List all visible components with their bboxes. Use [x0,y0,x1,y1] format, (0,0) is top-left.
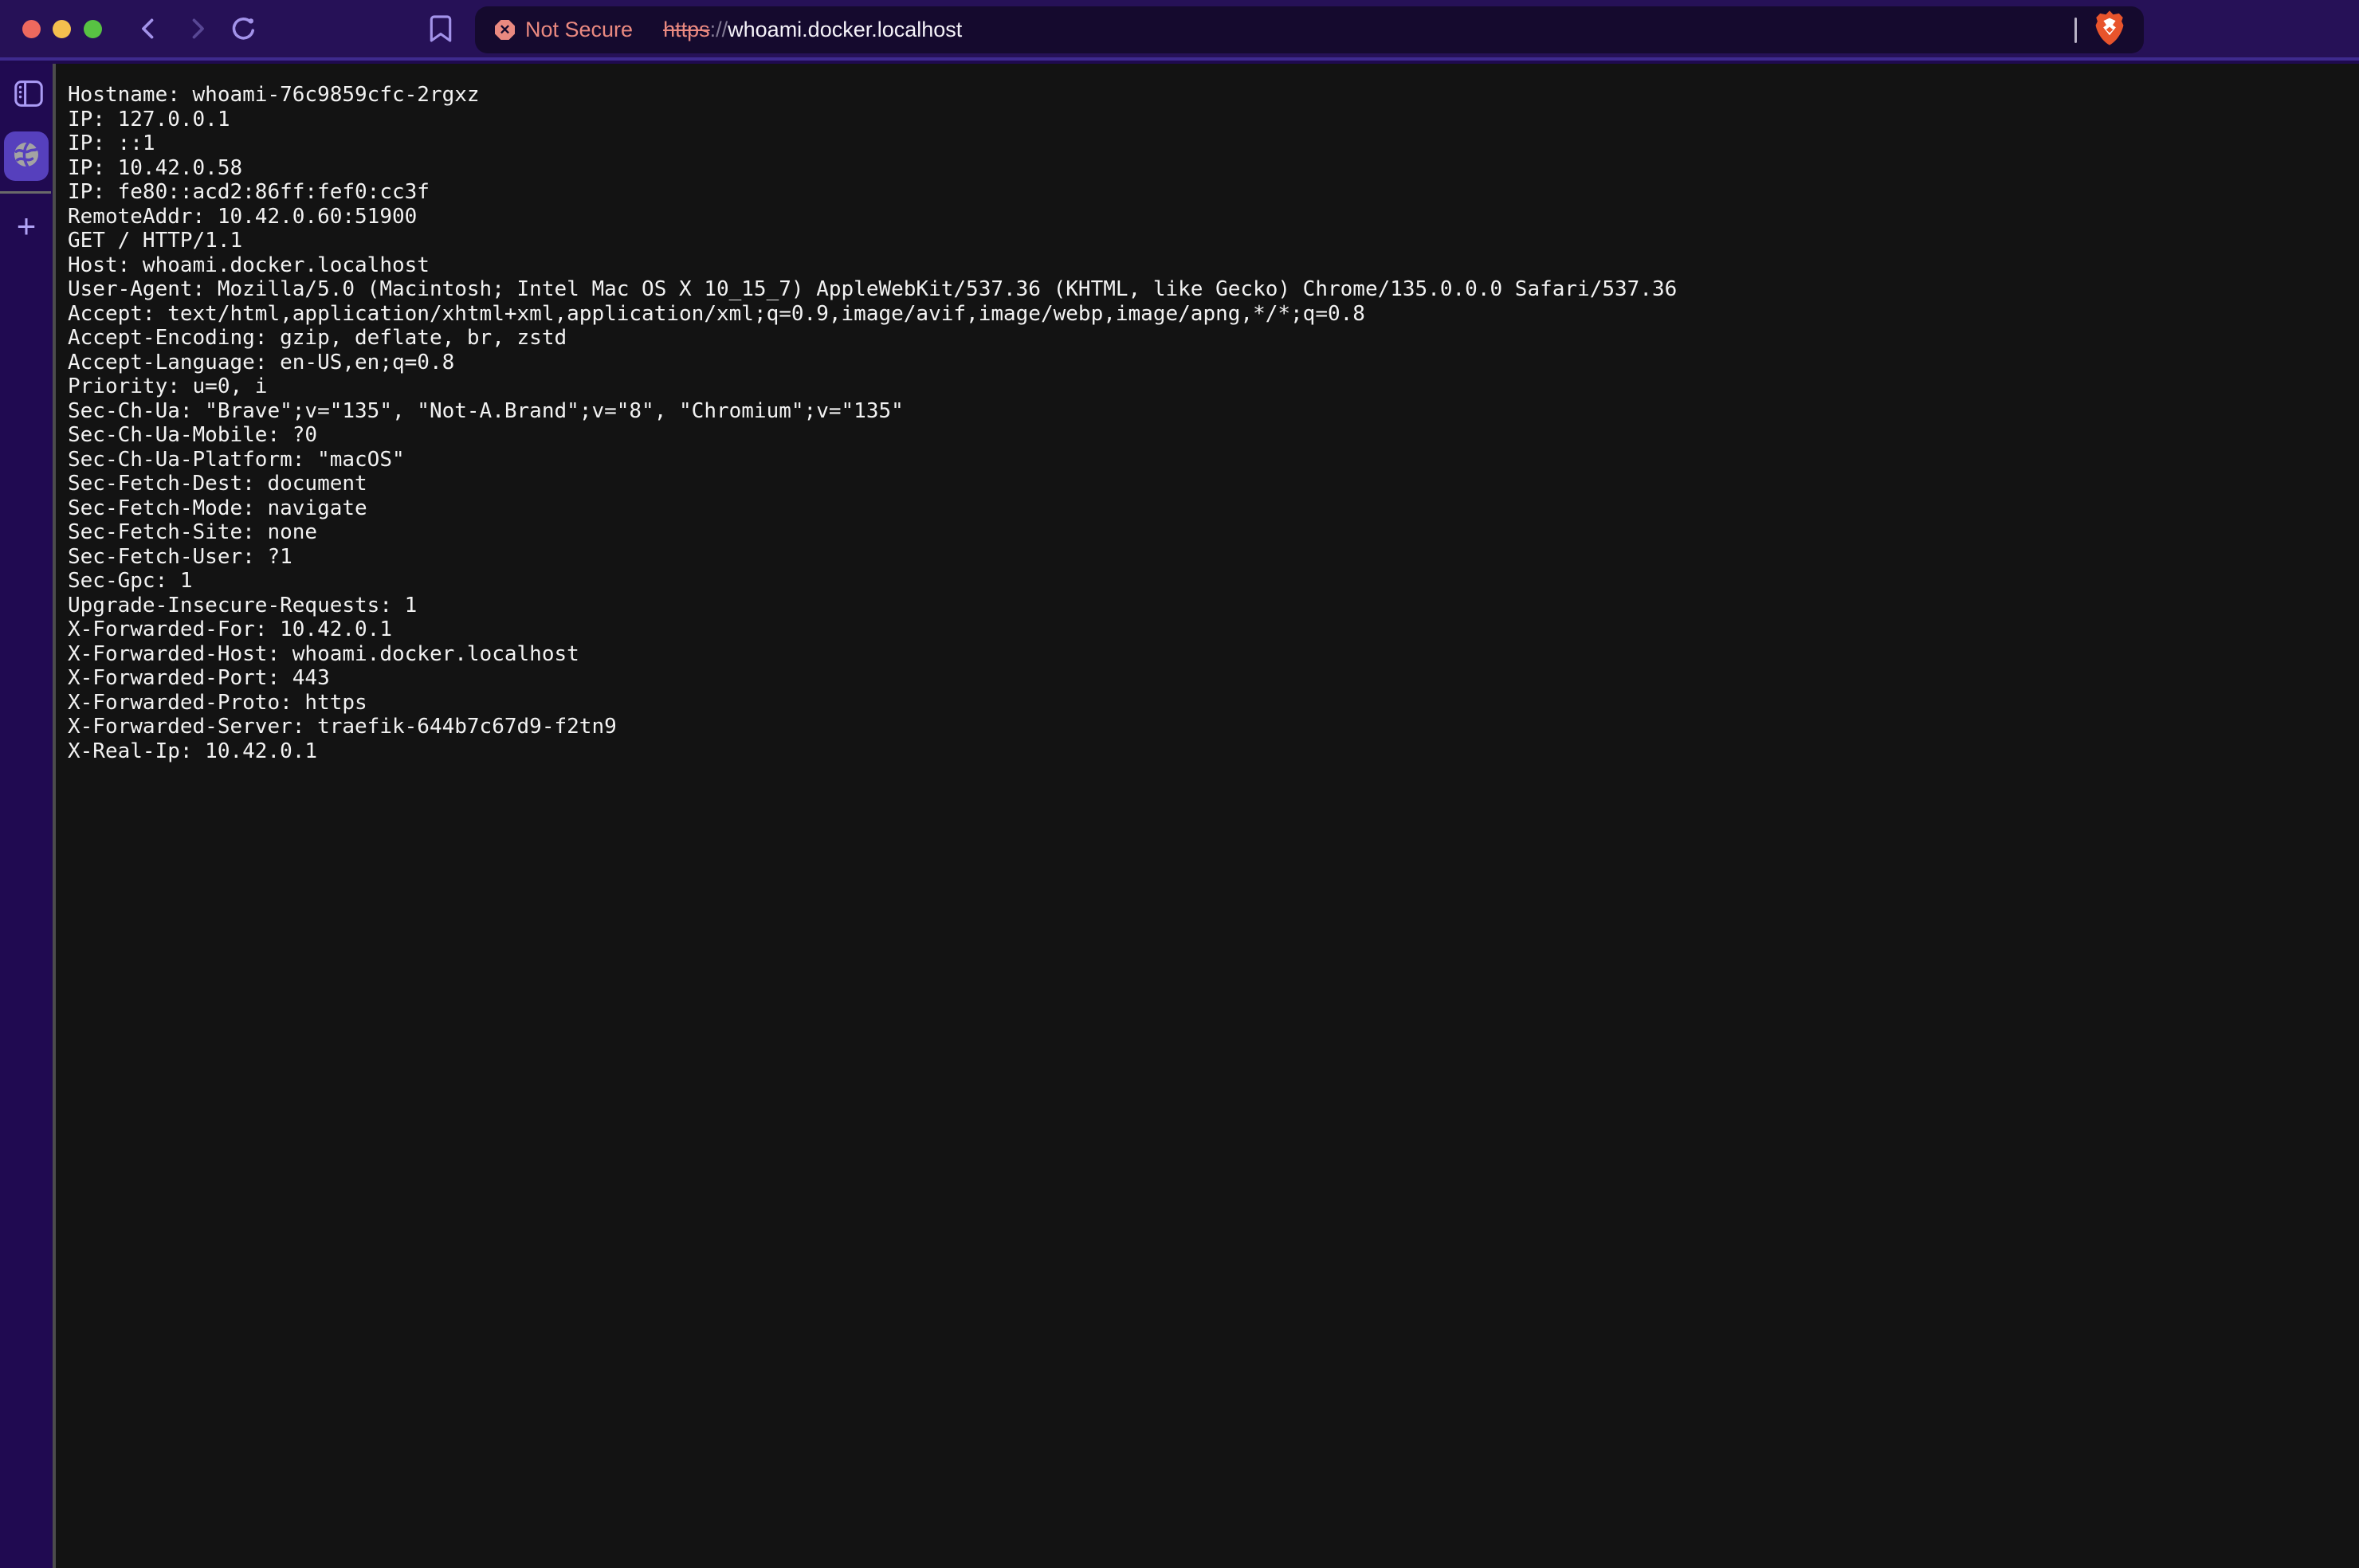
address-bar-divider [2074,18,2077,43]
whoami-output-text: Hostname: whoami-76c9859cfc-2rgxz IP: 12… [56,64,2359,763]
forward-icon [183,15,210,46]
reload-button[interactable] [228,14,260,46]
plus-icon: + [17,210,37,243]
not-secure-octagon-icon: ✕ [495,20,515,40]
back-icon [135,15,163,46]
globe-icon [12,140,41,173]
address-bar[interactable]: ✕ Not Secure https://whoami.docker.local… [475,6,2144,53]
new-tab-button[interactable]: + [9,209,44,244]
window-zoom-button[interactable] [84,20,102,38]
not-secure-label: Not Secure [525,18,633,42]
bookmark-icon [428,14,453,47]
brave-lion-icon [2094,10,2125,50]
url-text: https://whoami.docker.localhost [663,18,962,42]
active-tab-whoami[interactable] [4,131,49,181]
browser-toolbar: ✕ Not Secure https://whoami.docker.local… [0,0,2359,61]
not-secure-x-glyph: ✕ [499,23,510,37]
window-close-button[interactable] [22,20,41,38]
vertical-tabs-sidebar: + [0,64,53,1568]
url-separator: :// [710,18,728,41]
sidebar-panel-icon [14,80,43,111]
back-button[interactable] [133,14,165,46]
bookmark-button[interactable] [425,14,457,46]
reload-icon [230,14,258,47]
web-content-area: Hostname: whoami-76c9859cfc-2rgxz IP: 12… [53,64,2359,1568]
brave-shields-button[interactable] [2093,12,2126,49]
sidebar-divider [0,191,51,194]
forward-button[interactable] [181,14,213,46]
url-scheme: https [663,18,710,41]
sidebar-toggle-button[interactable] [14,81,44,110]
url-host: whoami.docker.localhost [728,18,962,41]
window-minimize-button[interactable] [53,20,71,38]
